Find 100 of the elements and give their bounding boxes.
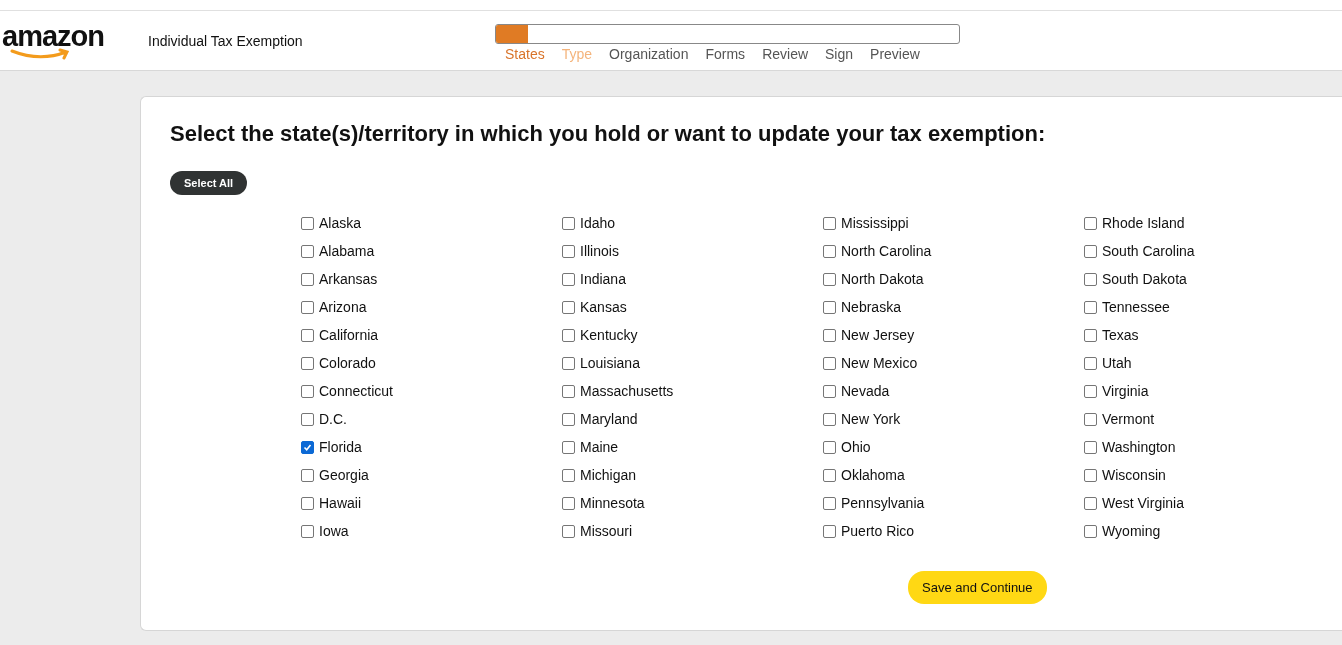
checkbox[interactable] [1084, 328, 1097, 342]
state-label: Wisconsin [1102, 467, 1166, 483]
checkbox[interactable] [562, 272, 575, 286]
state-label: Rhode Island [1102, 215, 1185, 231]
checkbox[interactable] [562, 356, 575, 370]
checkbox[interactable] [301, 244, 314, 258]
checkbox[interactable] [1084, 412, 1097, 426]
state-label: Hawaii [319, 495, 361, 511]
state-label: Arkansas [319, 271, 378, 287]
checkbox[interactable] [301, 412, 314, 426]
checkbox[interactable] [823, 412, 836, 426]
state-label: Indiana [580, 271, 626, 287]
state-label: West Virginia [1102, 495, 1184, 511]
state-label: Kansas [580, 299, 627, 315]
checkbox[interactable] [823, 524, 836, 538]
checkbox[interactable] [562, 468, 575, 482]
step-label: Sign [825, 45, 854, 62]
checkbox[interactable] [823, 468, 836, 482]
state-label: Louisiana [580, 355, 640, 371]
state-label: Utah [1102, 355, 1132, 371]
state-label: Nebraska [841, 299, 901, 315]
checkbox[interactable] [562, 496, 575, 510]
checkbox[interactable] [301, 216, 314, 230]
state-label: Tennessee [1102, 299, 1170, 315]
checkbox[interactable] [562, 244, 575, 258]
checkbox[interactable] [1084, 244, 1097, 258]
state-label: Maine [580, 439, 619, 455]
checkbox[interactable] [562, 412, 575, 426]
state-label: Maryland [580, 411, 638, 427]
state-label: Washington [1102, 439, 1176, 455]
checkbox[interactable] [1084, 272, 1097, 286]
checkbox[interactable] [301, 468, 314, 482]
state-label: North Carolina [841, 243, 932, 259]
state-label: California [319, 327, 379, 343]
state-label: Nevada [841, 383, 890, 399]
amazon-logo: amazon [2, 18, 104, 59]
state-label: Illinois [580, 243, 619, 259]
state-label: New York [841, 411, 901, 427]
checkbox[interactable] [301, 440, 314, 454]
checkbox[interactable] [823, 300, 836, 314]
checkbox[interactable] [562, 524, 575, 538]
state-label: Wyoming [1102, 523, 1161, 539]
state-label: Alaska [319, 215, 362, 231]
state-label: Idaho [580, 215, 616, 231]
state-label: Oklahoma [841, 467, 905, 483]
checkbox[interactable] [823, 496, 836, 510]
checkbox[interactable] [823, 328, 836, 342]
heading: Select the state(s)/territory in which you hold or want to update your tax exemption: [170, 121, 1047, 147]
checkbox[interactable] [562, 300, 575, 314]
checkbox[interactable] [1084, 384, 1097, 398]
state-label: Mississippi [841, 215, 909, 231]
checkbox[interactable] [1084, 524, 1097, 538]
checkbox[interactable] [301, 384, 314, 398]
state-label: Connecticut [319, 383, 393, 399]
state-label: Puerto Rico [841, 523, 915, 539]
checkbox[interactable] [562, 328, 575, 342]
checkbox[interactable] [823, 216, 836, 230]
save-and-continue-button[interactable]: Save and Continue [908, 571, 1047, 604]
checkbox[interactable] [1084, 496, 1097, 510]
checkbox[interactable] [562, 440, 575, 454]
check-icon [303, 442, 312, 452]
state-label: South Carolina [1102, 243, 1195, 259]
checkbox[interactable] [823, 440, 836, 454]
checkbox[interactable] [301, 356, 314, 370]
state-label: Arizona [319, 299, 367, 315]
state-label: Colorado [319, 355, 376, 371]
state-label: Pennsylvania [841, 495, 925, 511]
state-label: Vermont [1102, 411, 1155, 427]
checkbox[interactable] [823, 272, 836, 286]
state-label: Alabama [319, 243, 375, 259]
checkbox[interactable] [823, 384, 836, 398]
state-label: Virginia [1102, 383, 1149, 399]
checkbox[interactable] [1084, 216, 1097, 230]
state-label: Massachusetts [580, 383, 674, 399]
state-label: Kentucky [580, 327, 638, 343]
checkbox[interactable] [562, 216, 575, 230]
step-label: Type [561, 45, 593, 62]
step-label: Preview [870, 45, 920, 62]
checkbox[interactable] [301, 300, 314, 314]
checkbox[interactable] [1084, 440, 1097, 454]
state-label: Ohio [841, 439, 871, 455]
checkbox[interactable] [823, 244, 836, 258]
state-label: Georgia [319, 467, 369, 483]
select-all-button[interactable]: Select All [170, 171, 248, 195]
state-label: New Mexico [841, 355, 918, 371]
checkbox[interactable] [301, 328, 314, 342]
checkbox[interactable] [301, 524, 314, 538]
state-label: Iowa [319, 523, 349, 539]
state-label: Florida [319, 439, 362, 455]
state-label: Michigan [580, 467, 637, 483]
step-label: Forms [705, 45, 746, 62]
checkbox[interactable] [823, 356, 836, 370]
checkbox[interactable] [1084, 356, 1097, 370]
state-label: South Dakota [1102, 271, 1187, 287]
checkbox[interactable] [562, 384, 575, 398]
checkbox[interactable] [301, 272, 314, 286]
checkbox[interactable] [1084, 468, 1097, 482]
checkbox[interactable] [1084, 300, 1097, 314]
state-label: Texas [1102, 327, 1139, 343]
checkbox[interactable] [301, 496, 314, 510]
